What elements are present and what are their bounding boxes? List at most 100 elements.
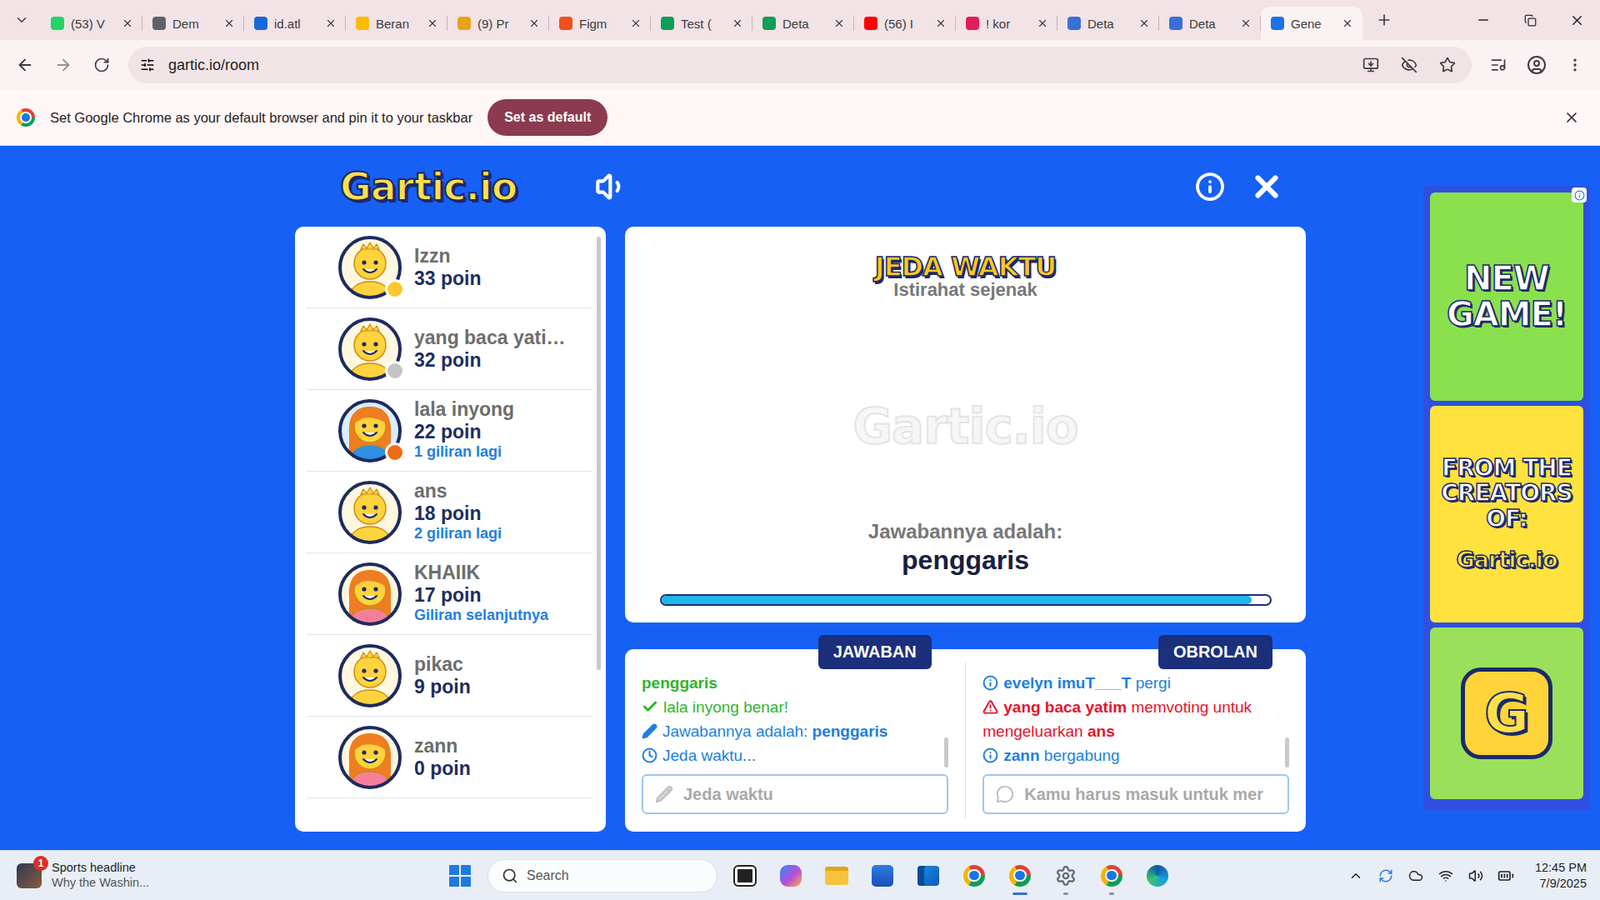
tracking-button[interactable] — [1396, 52, 1422, 78]
answers-list: penggarislala inyong benar!Jawabannya ad… — [641, 667, 949, 768]
browser-tab[interactable]: Dem — [142, 6, 245, 40]
player-row[interactable]: Izzn33 poin — [306, 226, 593, 309]
tab-close-button[interactable] — [222, 16, 236, 30]
volume-button[interactable] — [1466, 866, 1485, 885]
news-widget[interactable]: 1Sports headlineWhy the Washin... — [0, 860, 442, 890]
bookmark-button[interactable] — [1435, 52, 1460, 78]
media-button[interactable] — [1481, 48, 1515, 82]
scroll-thumb[interactable] — [944, 737, 949, 768]
answer-field[interactable] — [641, 774, 949, 815]
tab-close-button[interactable] — [629, 16, 643, 30]
forward-button[interactable] — [46, 48, 80, 82]
set-default-button[interactable]: Set as default — [487, 99, 608, 136]
minimize-button[interactable] — [1460, 0, 1507, 40]
player-row[interactable]: yang baca yati…32 poin — [306, 308, 593, 390]
tab-close-button[interactable] — [1239, 16, 1253, 30]
tab-close-button[interactable] — [1035, 16, 1050, 30]
player-name: KHAIIK — [414, 561, 549, 584]
tab-close-button[interactable] — [1340, 16, 1355, 30]
browser-tab[interactable]: id.atl — [244, 6, 346, 40]
info-button[interactable] — [1191, 168, 1229, 205]
browser-tab[interactable]: (9) Pr — [447, 6, 550, 40]
tab-close-button[interactable] — [934, 16, 948, 30]
info-icon — [982, 747, 999, 764]
tab-close-button[interactable] — [527, 16, 541, 30]
tab-close-button[interactable] — [1137, 16, 1151, 30]
taskbar-app[interactable] — [818, 855, 855, 896]
player-row[interactable]: KHAIIK17 poinGiliran selanjutnya — [306, 553, 593, 635]
back-button[interactable] — [8, 48, 42, 82]
chevron-down-icon — [14, 12, 30, 28]
player-row[interactable]: pikac9 poin — [306, 635, 593, 717]
taskbar-search[interactable]: Search — [487, 859, 718, 893]
battery-button[interactable] — [1496, 866, 1515, 885]
chat-message: yang baca yatim memvoting untuk mengelua… — [982, 695, 1280, 744]
avatar-icon — [337, 561, 403, 627]
taskbar-app[interactable] — [864, 855, 901, 896]
taskbar-app[interactable] — [772, 855, 810, 896]
answers-tab[interactable]: JAWABAN — [818, 635, 932, 670]
player-scrollbar[interactable] — [592, 226, 606, 832]
tray-overflow-button[interactable] — [1346, 866, 1365, 885]
ad-banner[interactable]: NEW GAME!FROM THE CREATORS OF:Gartic.ioG — [1423, 185, 1590, 811]
browser-tab[interactable]: (56) I — [854, 6, 956, 40]
taskbar-clock[interactable]: 12:45 PM7/9/2025 — [1535, 860, 1587, 892]
chat-input[interactable] — [1024, 785, 1276, 805]
arrow-right-icon — [54, 55, 73, 75]
browser-tab[interactable]: (53) V — [40, 6, 143, 40]
taskbar-app[interactable] — [1001, 855, 1039, 896]
wifi-button[interactable] — [1436, 866, 1455, 885]
start-button[interactable] — [441, 857, 479, 895]
taskbar-app[interactable] — [910, 855, 947, 896]
taskbar-app[interactable] — [1093, 855, 1130, 896]
restore-button[interactable] — [1506, 0, 1554, 40]
cloud-icon — [1408, 868, 1424, 884]
clock-icon — [641, 747, 658, 764]
site-info-icon[interactable] — [140, 57, 155, 73]
sync-button[interactable] — [1376, 866, 1395, 885]
player-row[interactable]: lala inyong22 poin1 giliran lagi — [306, 390, 593, 472]
exit-button[interactable] — [1248, 168, 1285, 205]
answer-input[interactable] — [683, 785, 935, 805]
ad-choices-button[interactable] — [1571, 187, 1587, 203]
tab-close-button[interactable] — [730, 16, 745, 30]
browser-tab[interactable]: Deta — [752, 6, 855, 40]
player-row[interactable]: ans18 poin2 giliran lagi — [306, 471, 593, 554]
player-name: lala inyong — [414, 398, 515, 420]
profile-button[interactable] — [1520, 48, 1554, 82]
tab-search-button[interactable] — [5, 3, 39, 37]
minimize-icon — [1475, 12, 1491, 28]
menu-button[interactable] — [1558, 48, 1592, 82]
onedrive-button[interactable] — [1406, 866, 1425, 885]
browser-tab[interactable]: Deta — [1057, 6, 1160, 40]
browser-tab[interactable]: Deta — [1159, 6, 1261, 40]
taskbar-app[interactable] — [1047, 855, 1085, 896]
scroll-thumb[interactable] — [596, 236, 601, 670]
taskbar-app[interactable] — [1139, 855, 1176, 896]
reload-button[interactable] — [85, 48, 119, 82]
address-bar[interactable]: gartic.io/room — [128, 46, 1472, 84]
tab-close-button[interactable] — [324, 16, 338, 30]
browser-tab[interactable]: ! kor — [955, 6, 1058, 40]
tab-close-button[interactable] — [425, 16, 440, 30]
tab-close-button[interactable] — [120, 16, 135, 30]
install-button[interactable] — [1358, 52, 1384, 78]
infobar-close-button[interactable] — [1560, 105, 1584, 130]
tab-close-button[interactable] — [832, 16, 846, 30]
gartic-logo: Gartic.io — [340, 164, 517, 210]
wifi-icon — [1438, 868, 1454, 884]
sound-button[interactable] — [593, 168, 630, 205]
taskbar-app[interactable] — [955, 855, 993, 896]
browser-tab[interactable]: Gene — [1260, 6, 1363, 40]
browser-tab[interactable]: Test ( — [650, 6, 753, 40]
new-tab-button[interactable] — [1369, 5, 1400, 35]
scroll-thumb[interactable] — [1285, 737, 1290, 768]
search-icon — [501, 867, 519, 885]
player-row[interactable]: zann0 poin — [306, 716, 593, 799]
chat-field[interactable] — [982, 774, 1290, 815]
chat-tab[interactable]: OBROLAN — [1158, 635, 1273, 670]
browser-tab[interactable]: Figm — [549, 6, 651, 40]
browser-tab[interactable]: Beran — [345, 6, 448, 40]
close-window-button[interactable] — [1553, 0, 1600, 40]
taskbar-app[interactable] — [726, 855, 764, 896]
